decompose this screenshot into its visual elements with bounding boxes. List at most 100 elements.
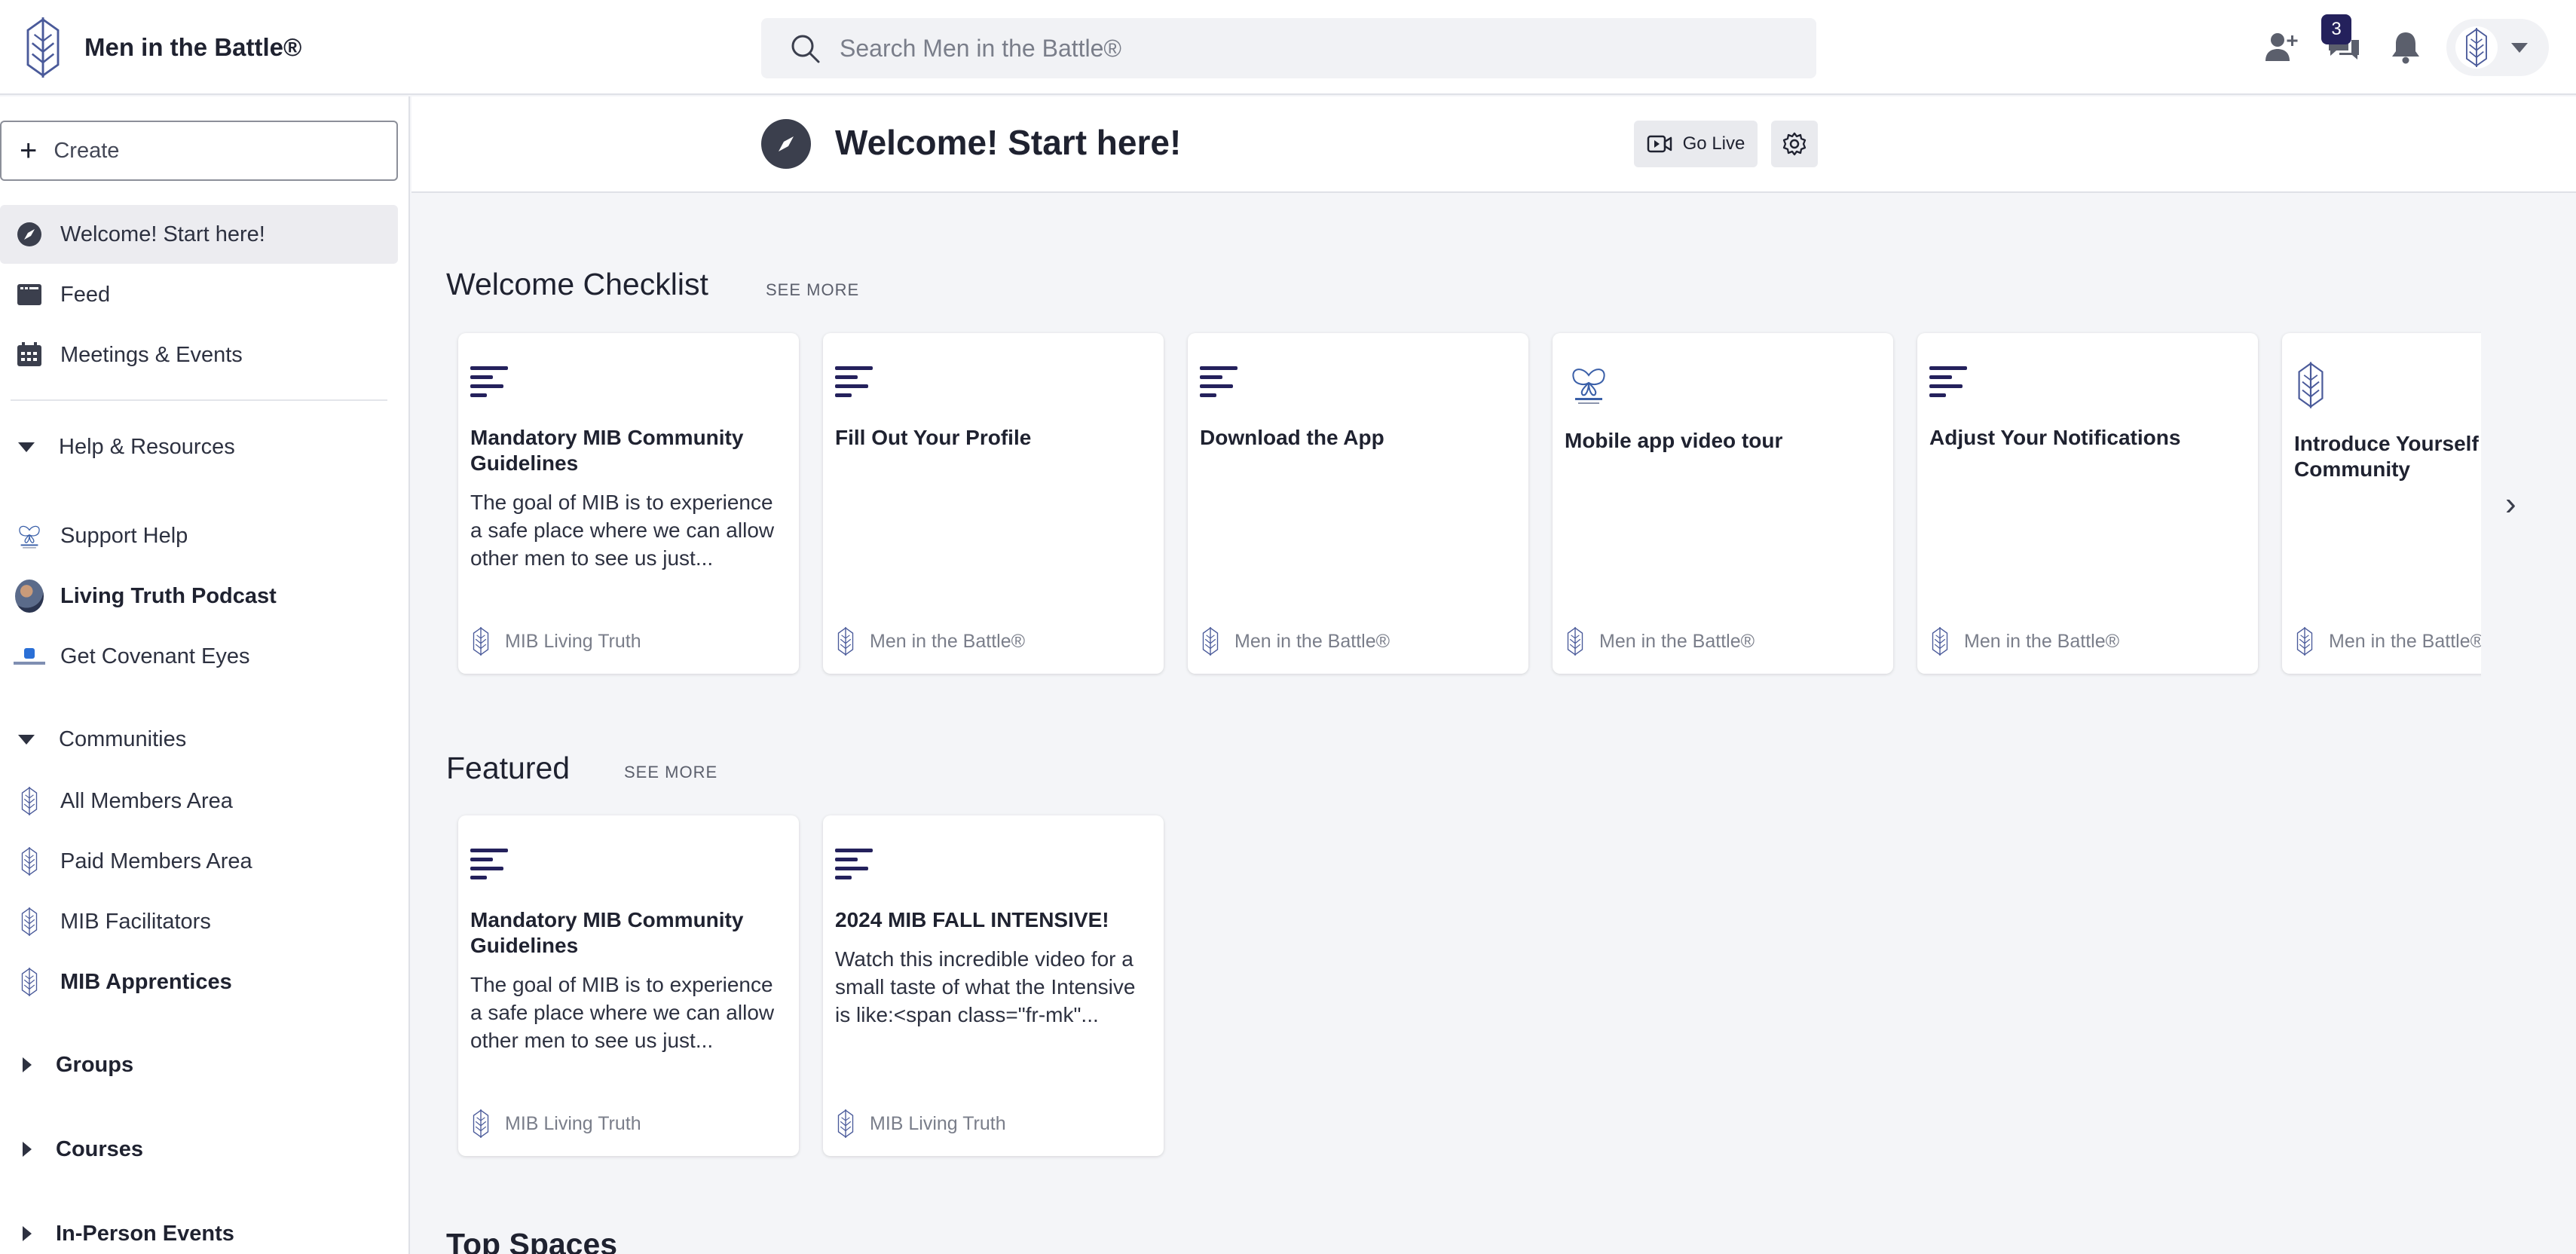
sidebar-section-groups[interactable]: Groups xyxy=(0,1038,398,1091)
sidebar-item-mib-facilitators[interactable]: MIB Facilitators xyxy=(0,892,398,951)
sidebar-section-in-person-events[interactable]: In-Person Events xyxy=(0,1207,398,1254)
card-title: Mandatory MIB Community Guidelines xyxy=(470,426,744,475)
text-lines-icon xyxy=(835,847,876,885)
top-header: Men in the Battle® 3 xyxy=(0,0,2576,95)
add-member-button[interactable] xyxy=(2261,26,2303,69)
gear-icon xyxy=(1782,132,1807,156)
brand[interactable]: Men in the Battle® xyxy=(21,17,301,78)
sidebar-item-support-help[interactable]: Support Help xyxy=(0,506,398,565)
carousel-next-icon[interactable]: › xyxy=(2505,485,2516,523)
sidebar-item-label: Welcome! Start here! xyxy=(60,222,265,246)
settings-button[interactable] xyxy=(1771,121,1818,167)
mib-logo-icon xyxy=(1200,627,1221,656)
sidebar-item-paid-members[interactable]: Paid Members Area xyxy=(0,832,398,891)
checklist-card[interactable]: Mandatory MIB Community Guidelines The g… xyxy=(458,333,799,674)
sidebar-item-all-members[interactable]: All Members Area xyxy=(0,772,398,830)
brand-logo-icon xyxy=(21,17,65,78)
card-author: MIB Living Truth xyxy=(505,1112,641,1134)
checklist-card[interactable]: Adjust Your Notifications Men in the Bat… xyxy=(1917,333,2258,674)
mib-logo-icon xyxy=(470,627,491,656)
card-author: Men in the Battle® xyxy=(1964,630,2120,652)
page-title: Welcome! Start here! xyxy=(835,123,1182,162)
text-lines-icon xyxy=(1200,365,1241,402)
card-title: 2024 MIB FALL INTENSIVE! xyxy=(835,908,1109,931)
chevron-right-icon xyxy=(23,1057,32,1072)
section-label: Groups xyxy=(56,1052,134,1077)
sidebar-item-welcome[interactable]: Welcome! Start here! xyxy=(0,205,398,264)
card-author: Men in the Battle® xyxy=(870,630,1026,652)
featured-see-more[interactable]: SEE MORE xyxy=(624,763,717,782)
card-footer: Men in the Battle® xyxy=(2294,627,2481,656)
video-icon xyxy=(1647,135,1672,153)
sidebar-item-meetings[interactable]: Meetings & Events xyxy=(0,326,398,384)
go-live-button[interactable]: Go Live xyxy=(1634,121,1758,167)
sidebar: + Create Welcome! Start here! Feed Meeti… xyxy=(0,96,410,1254)
page-header: Welcome! Start here! Go Live xyxy=(411,96,2576,193)
card-footer: MIB Living Truth xyxy=(470,627,641,656)
featured-card[interactable]: Mandatory MIB Community Guidelines The g… xyxy=(458,815,799,1156)
bell-icon xyxy=(2392,32,2419,64)
mib-logo-icon xyxy=(15,907,44,936)
sidebar-item-label: MIB Apprentices xyxy=(60,969,232,994)
sidebar-section-courses[interactable]: Courses xyxy=(0,1123,398,1176)
sidebar-section-help[interactable]: Help & Resources xyxy=(0,421,398,473)
card-footer: Men in the Battle® xyxy=(1929,627,2119,656)
mib-logo-icon xyxy=(835,1109,856,1138)
card-title: Mobile app video tour xyxy=(1565,429,1783,452)
sidebar-item-label: Living Truth Podcast xyxy=(60,583,277,608)
card-author: Men in the Battle® xyxy=(1599,630,1755,652)
living-truth-icon xyxy=(15,521,44,550)
sidebar-section-communities[interactable]: Communities xyxy=(0,713,398,766)
sidebar-item-label: Meetings & Events xyxy=(60,342,243,367)
sidebar-item-feed[interactable]: Feed xyxy=(0,265,398,324)
sidebar-item-label: Support Help xyxy=(60,523,188,548)
covenant-eyes-icon xyxy=(14,642,45,671)
featured-card[interactable]: 2024 MIB FALL INTENSIVE! Watch this incr… xyxy=(823,815,1164,1156)
sidebar-item-label: Paid Members Area xyxy=(60,849,252,873)
card-author: MIB Living Truth xyxy=(870,1112,1006,1134)
search-input[interactable] xyxy=(840,34,1744,63)
mib-logo-icon xyxy=(15,968,44,996)
checklist-card[interactable]: Introduce Yourself to the Community Men … xyxy=(2282,333,2481,674)
card-title: Adjust Your Notifications xyxy=(1929,426,2181,449)
card-footer: Men in the Battle® xyxy=(1200,627,1390,656)
sidebar-item-living-truth-podcast[interactable]: Living Truth Podcast xyxy=(0,567,398,625)
feed-icon xyxy=(15,280,44,309)
card-title: Download the App xyxy=(1200,426,1384,449)
card-title: Introduce Yourself to the Community xyxy=(2294,432,2481,481)
account-menu[interactable] xyxy=(2446,19,2549,76)
welcome-checklist-title: Welcome Checklist xyxy=(446,267,708,301)
card-footer: Men in the Battle® xyxy=(1565,627,1755,656)
notifications-button[interactable] xyxy=(2385,26,2427,69)
sidebar-item-label: Feed xyxy=(60,282,111,307)
card-author: Men in the Battle® xyxy=(1234,630,1390,652)
mib-logo-icon xyxy=(2461,28,2492,67)
checklist-card[interactable]: Download the App Men in the Battle® xyxy=(1188,333,1528,674)
checklist-card[interactable]: Mobile app video tour Men in the Battle® xyxy=(1553,333,1893,674)
sidebar-item-mib-apprentices[interactable]: MIB Apprentices xyxy=(0,953,398,1011)
card-footer: MIB Living Truth xyxy=(470,1109,641,1138)
calendar-icon xyxy=(15,341,44,369)
sidebar-item-covenant-eyes[interactable]: Get Covenant Eyes xyxy=(0,627,398,686)
chevron-right-icon xyxy=(23,1226,32,1241)
search-bar[interactable] xyxy=(761,18,1816,78)
chevron-down-icon xyxy=(2511,42,2528,53)
header-actions: 3 xyxy=(2261,14,2549,78)
mib-logo-icon xyxy=(2294,359,2327,411)
mib-logo-icon xyxy=(15,847,44,876)
sidebar-divider xyxy=(11,399,387,401)
sidebar-item-label: All Members Area xyxy=(60,788,233,813)
mib-logo-icon xyxy=(470,1109,491,1138)
welcome-checklist-see-more[interactable]: SEE MORE xyxy=(766,280,859,300)
messages-button[interactable]: 3 xyxy=(2321,14,2365,69)
checklist-card[interactable]: Fill Out Your Profile Men in the Battle® xyxy=(823,333,1164,674)
sidebar-item-label: MIB Facilitators xyxy=(60,909,211,934)
section-label: Communities xyxy=(59,726,187,751)
create-button[interactable]: + Create xyxy=(0,121,398,181)
text-lines-icon xyxy=(470,847,511,885)
add-user-icon xyxy=(2265,33,2298,61)
section-label: Help & Resources xyxy=(59,434,235,459)
compass-icon xyxy=(15,220,44,249)
search-icon xyxy=(791,35,820,63)
mib-logo-icon xyxy=(1929,627,1950,656)
